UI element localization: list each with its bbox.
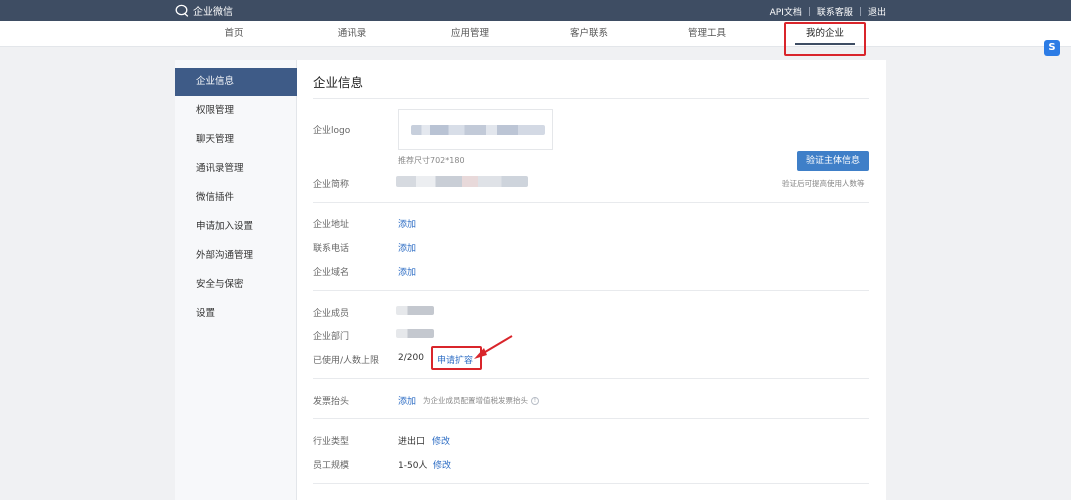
sidebar-item-chat-management[interactable]: 聊天管理 [175,126,297,154]
logo-label: 企业logo [313,126,351,136]
separator: | [858,6,862,17]
departments-count [396,329,434,338]
sidebar-item-security[interactable]: 安全与保密 [175,271,297,299]
sidebar-item-settings[interactable]: 设置 [175,300,297,328]
nav-home[interactable]: 首页 [224,21,243,47]
annotation-highlight-box [784,22,866,56]
modify-scale-link[interactable]: 修改 [433,458,451,471]
divider [313,418,869,419]
usage-value: 2/200 [398,353,424,363]
members-count [396,306,434,315]
short-name-value [396,176,528,187]
verify-hint: 验证后可提高使用人数等 [782,179,865,188]
brand[interactable]: 企业微信 [175,3,233,18]
sidebar-item-contacts-management[interactable]: 通讯录管理 [175,155,297,183]
sidebar-item-join-settings[interactable]: 申请加入设置 [175,213,297,241]
divider [313,290,869,291]
divider [313,483,869,484]
sidebar-item-permissions[interactable]: 权限管理 [175,97,297,125]
sidebar-item-wechat-plugin[interactable]: 微信插件 [175,184,297,212]
short-name-label: 企业简称 [313,180,350,190]
domain-label: 企业域名 [313,268,350,278]
add-address-link[interactable]: 添加 [398,217,416,230]
annotation-highlight-box [431,346,482,370]
sidebar-item-external-communication[interactable]: 外部沟通管理 [175,242,297,270]
logo-upload[interactable] [398,109,553,150]
verify-entity-button[interactable]: 验证主体信息 [797,151,869,171]
phone-label: 联系电话 [313,244,350,254]
divider [313,202,869,203]
industry-label: 行业类型 [313,437,350,447]
nav-apps[interactable]: 应用管理 [451,21,489,47]
address-label: 企业地址 [313,220,350,230]
divider [313,378,869,379]
invoice-hint-text: 为企业成员配置增值税发票抬头 [423,396,528,405]
sidebar: 企业信息 权限管理 聊天管理 通讯录管理 微信插件 申请加入设置 外部沟通管理 … [175,60,297,500]
separator: | [807,6,811,17]
wecom-logo-icon [175,4,189,17]
nav-customer-contact[interactable]: 客户联系 [570,21,608,47]
top-bar: 企业微信 API文档 | 联系客服 | 退出 [0,0,1071,21]
api-docs-link[interactable]: API文档 [770,5,802,18]
page-title: 企业信息 [313,75,364,90]
add-invoice-link[interactable]: 添加 [398,394,416,407]
logout-link[interactable]: 退出 [868,5,886,18]
scale-label: 员工规模 [313,461,350,471]
brand-name: 企业微信 [193,7,233,18]
modify-industry-link[interactable]: 修改 [432,434,450,447]
members-label: 企业成员 [313,309,350,319]
info-icon[interactable]: ! [531,397,539,405]
departments-label: 企业部门 [313,332,350,342]
invoice-label: 发票抬头 [313,397,350,407]
content-panel: 企业信息 企业logo 推荐尺寸702*180 验证主体信息 验证后可提高使用人… [297,60,886,500]
nav-management-tools[interactable]: 管理工具 [688,21,726,47]
sidebar-item-company-info[interactable]: 企业信息 [175,68,297,96]
usage-label: 已使用/人数上限 [313,356,380,366]
scale-value: 1-50人 [398,461,428,471]
main-nav: 首页 通讯录 应用管理 客户联系 管理工具 我的企业 [0,21,1071,47]
floating-tool-icon[interactable]: S [1044,40,1060,56]
logo-size-hint: 推荐尺寸702*180 [398,156,465,165]
nav-contacts[interactable]: 通讯录 [338,21,367,47]
add-phone-link[interactable]: 添加 [398,241,416,254]
top-links: API文档 | 联系客服 | 退出 [770,5,886,19]
company-logo-image [411,125,545,135]
invoice-hint: 为企业成员配置增值税发票抬头! [423,395,539,406]
contact-support-link[interactable]: 联系客服 [817,5,853,18]
industry-value: 进出口 [398,437,426,447]
divider [313,98,869,99]
add-domain-link[interactable]: 添加 [398,265,416,278]
